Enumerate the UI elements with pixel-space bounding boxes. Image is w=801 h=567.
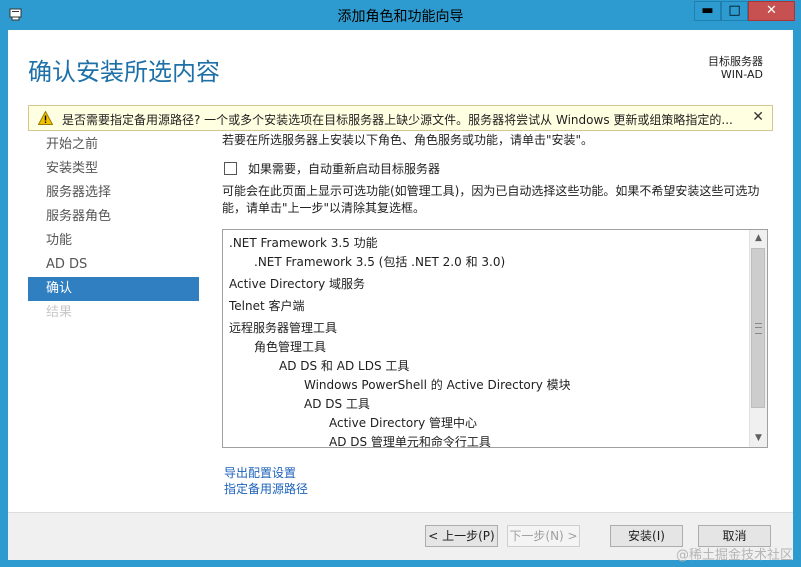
watermark: @稀土掘金技术社区 <box>675 548 793 563</box>
list-item: 角色管理工具 <box>254 340 327 354</box>
target-server-label: 目标服务器 <box>708 55 763 68</box>
list-item: AD DS 和 AD LDS 工具 <box>279 359 410 373</box>
wizard-nav: 开始之前 安装类型 服务器选择 服务器角色 功能 AD DS 确认 结果 <box>28 133 199 325</box>
scroll-thumb[interactable] <box>751 248 765 408</box>
list-item: .NET Framework 3.5 功能 <box>229 236 378 250</box>
list-item: Telnet 客户端 <box>229 299 305 313</box>
close-window-button[interactable]: ✕ <box>748 1 795 21</box>
list-item: AD DS 工具 <box>304 397 370 411</box>
scroll-up-icon[interactable]: ▲ <box>750 230 767 247</box>
target-server-name: WIN-AD <box>720 68 763 81</box>
next-button: 下一步(N) > <box>507 525 580 547</box>
previous-button[interactable]: < 上一步(P) <box>425 525 498 547</box>
restart-option[interactable]: 如果需要，自动重新启动目标服务器 <box>224 160 440 177</box>
list-item: .NET Framework 3.5 (包括 .NET 2.0 和 3.0) <box>254 255 506 269</box>
page-title: 确认安装所选内容 <box>28 58 220 86</box>
warning-close-icon[interactable]: ✕ <box>752 109 764 125</box>
nav-item-before-you-begin[interactable]: 开始之前 <box>28 133 199 157</box>
nav-item-confirmation[interactable]: 确认 <box>28 277 199 301</box>
warning-banner[interactable]: 是否需要指定备用源路径? 一个或多个安装选项在目标服务器上缺少源文件。服务器将尝… <box>28 105 773 131</box>
wizard-client-area: 确认安装所选内容 目标服务器 WIN-AD 是否需要指定备用源路径? 一个或多个… <box>8 30 793 560</box>
nav-item-installation-type[interactable]: 安装类型 <box>28 157 199 181</box>
title-bar[interactable]: 添加角色和功能向导 ▬ □ ✕ <box>0 0 801 30</box>
selection-list-items: .NET Framework 3.5 功能 .NET Framework 3.5 … <box>229 234 747 448</box>
restart-checkbox-label[interactable]: 如果需要，自动重新启动目标服务器 <box>248 160 440 177</box>
list-item: 远程服务器管理工具 <box>229 321 338 335</box>
warning-icon <box>38 111 53 125</box>
list-item: AD DS 管理单元和命令行工具 <box>329 435 491 448</box>
warning-text: 是否需要指定备用源路径? 一个或多个安装选项在目标服务器上缺少源文件。服务器将尝… <box>62 113 733 127</box>
maximize-button[interactable]: □ <box>721 1 748 21</box>
list-scrollbar[interactable]: ▲ ▼ <box>749 230 767 447</box>
intro-text: 若要在所选服务器上安装以下角色、角色服务或功能，请单击"安装"。 <box>222 133 594 147</box>
nav-item-ad-ds[interactable]: AD DS <box>28 253 199 277</box>
target-server-info: 目标服务器 WIN-AD <box>708 55 763 81</box>
optional-features-note: 可能会在此页面上显示可选功能(如管理工具)，因为已自动选择这些功能。如果不希望安… <box>222 184 760 215</box>
list-item: Active Directory 管理中心 <box>329 416 478 430</box>
nav-item-server-selection[interactable]: 服务器选择 <box>28 181 199 205</box>
alternate-source-link[interactable]: 指定备用源路径 <box>224 480 308 497</box>
scroll-down-icon[interactable]: ▼ <box>750 430 767 447</box>
list-item: Windows PowerShell 的 Active Directory 模块 <box>304 378 571 392</box>
nav-item-features[interactable]: 功能 <box>28 229 199 253</box>
install-button[interactable]: 安装(I) <box>610 525 683 547</box>
window-title: 添加角色和功能向导 <box>337 9 464 25</box>
nav-item-results: 结果 <box>46 305 73 320</box>
restart-checkbox[interactable] <box>224 162 237 175</box>
minimize-button[interactable]: ▬ <box>694 1 721 21</box>
export-config-link[interactable]: 导出配置设置 <box>224 464 296 481</box>
list-item: Active Directory 域服务 <box>229 277 366 291</box>
nav-item-server-roles[interactable]: 服务器角色 <box>28 205 199 229</box>
grip-icon <box>755 323 762 334</box>
window-frame: 添加角色和功能向导 ▬ □ ✕ 确认安装所选内容 目标服务器 WIN-AD 是否… <box>0 0 801 567</box>
selection-list[interactable]: .NET Framework 3.5 功能 .NET Framework 3.5 … <box>222 229 768 448</box>
